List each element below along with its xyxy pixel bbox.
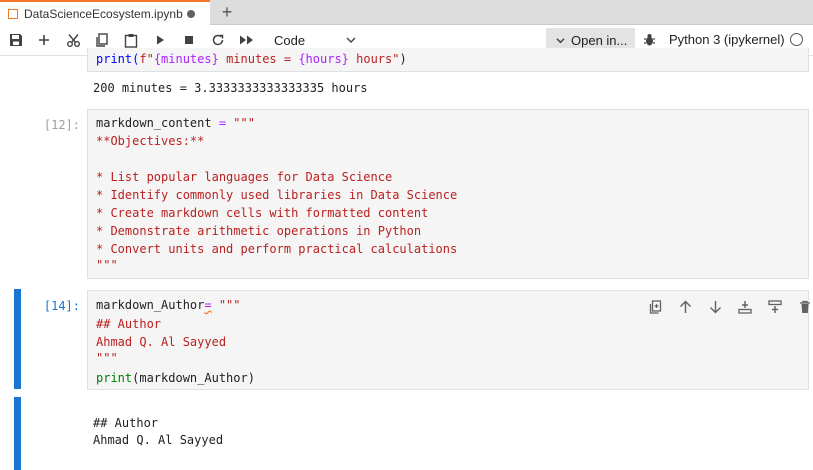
- code-line: print(f"{minutes} minutes = {hours} hour…: [96, 52, 407, 66]
- paste-icon: [124, 33, 138, 48]
- kernel-status-icon: [790, 33, 803, 46]
- output-collapser[interactable]: [14, 397, 21, 470]
- arrow-up-icon: [679, 300, 691, 313]
- add-cell-icon: [39, 35, 49, 45]
- code-line: markdown_content = """: [96, 116, 255, 130]
- code-line: * Demonstrate arithmetic operations in P…: [96, 224, 422, 238]
- unsaved-dot-icon[interactable]: [186, 9, 195, 18]
- kernel-name[interactable]: Python 3 (ipykernel): [669, 32, 785, 47]
- arrow-down-icon: [709, 301, 721, 314]
- duplicate-cell-button[interactable]: [640, 300, 670, 314]
- copy-icon: [96, 33, 108, 47]
- run-all-icon: [240, 35, 253, 45]
- insert-below-icon: [768, 300, 782, 313]
- code-line: * Create markdown cells with formatted c…: [96, 206, 429, 220]
- cut-icon: [66, 33, 80, 47]
- new-tab-button[interactable]: +: [216, 1, 238, 23]
- cell-toolbar: [640, 298, 813, 316]
- stop-icon: [185, 36, 193, 44]
- duplicate-icon: [649, 300, 661, 314]
- code-line: """: [96, 258, 118, 272]
- cell-prompt: [12]:: [43, 118, 80, 132]
- move-up-button[interactable]: [670, 300, 700, 314]
- chevron-down-icon: [556, 37, 565, 43]
- cell-output-line: Ahmad Q. Al Sayyed: [93, 433, 224, 447]
- code-editor[interactable]: markdown_content = """ **Objectives:** *…: [87, 109, 809, 279]
- cell-prompt: [14]:: [43, 299, 80, 313]
- code-line: * Identify commonly used libraries in Da…: [96, 188, 458, 202]
- cut-button[interactable]: [59, 25, 87, 55]
- tab-bar: DataScienceEcosystem.ipynb +: [0, 0, 813, 25]
- cell-output: 200 minutes = 3.3333333333333335 hours: [93, 81, 368, 95]
- save-button[interactable]: [2, 25, 30, 55]
- restart-icon: [212, 34, 224, 46]
- code-line: print(markdown_Author): [96, 371, 255, 385]
- code-line: markdown_Author= """: [96, 298, 241, 312]
- code-line: * List popular languages for Data Scienc…: [96, 170, 393, 184]
- bug-icon: [643, 34, 655, 46]
- tab-title: DataScienceEcosystem.ipynb: [24, 6, 183, 21]
- insert-cell-button[interactable]: [30, 25, 58, 55]
- insert-above-icon: [738, 301, 752, 314]
- code-editor[interactable]: print(f"{minutes} minutes = {hours} hour…: [87, 48, 809, 72]
- insert-below-button[interactable]: [760, 300, 790, 314]
- code-line: * Convert units and perform practical ca…: [96, 242, 458, 256]
- run-icon: [157, 35, 164, 45]
- code-line: **Objectives:**: [96, 134, 205, 148]
- notebook-tab[interactable]: DataScienceEcosystem.ipynb: [0, 0, 210, 25]
- notebook-icon: [8, 8, 18, 19]
- save-icon: [10, 34, 22, 46]
- insert-above-button[interactable]: [730, 300, 760, 314]
- code-line: """: [96, 351, 118, 365]
- chevron-down-icon: [346, 37, 356, 43]
- code-line: ## Author: [96, 317, 162, 331]
- move-down-button[interactable]: [700, 300, 730, 314]
- cell-type-value: Code: [274, 32, 306, 48]
- delete-cell-button[interactable]: [790, 300, 813, 314]
- trash-icon: [800, 300, 810, 313]
- cell-output-line: ## Author: [93, 416, 159, 430]
- open-in-label: Open in...: [571, 32, 628, 48]
